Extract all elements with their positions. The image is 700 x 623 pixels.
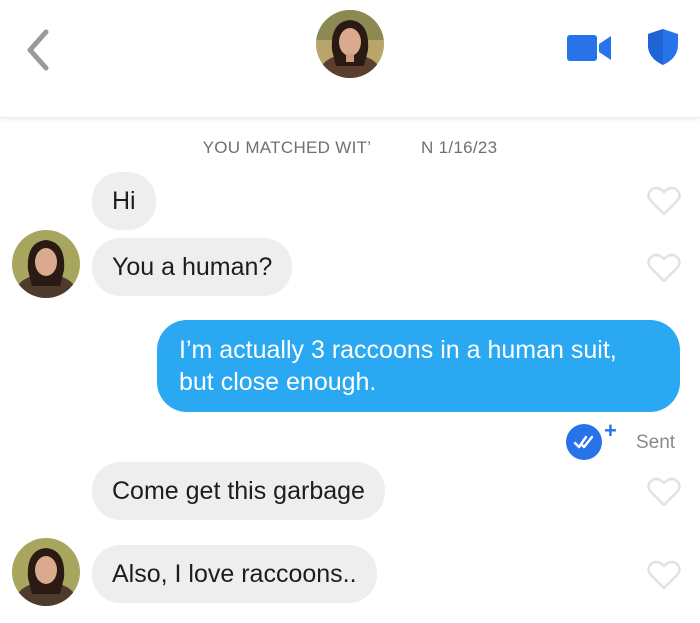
message-text-line: but close enough. [179, 368, 377, 396]
heart-icon [647, 186, 681, 216]
chat-header [0, 0, 700, 118]
profile-photo [12, 230, 80, 298]
received-message-bubble[interactable]: Come get this garbage [92, 462, 385, 520]
message-text-line: I’m actually 3 raccoons in a human suit, [179, 336, 617, 364]
double-check-icon [573, 435, 594, 449]
chat-screen: YOU MATCHED WIT’ N 1/16/23 Hi You a huma… [0, 0, 700, 623]
received-message-bubble[interactable]: You a human? [92, 238, 293, 296]
sent-status-label: Sent [636, 432, 676, 453]
message-text: Also, I love raccoons.. [112, 560, 357, 588]
heart-icon [647, 477, 681, 507]
message-text: Come get this garbage [112, 477, 365, 505]
like-message-button[interactable] [647, 560, 681, 590]
received-message-bubble[interactable]: Hi [92, 172, 156, 230]
safety-button[interactable] [645, 27, 681, 67]
sender-avatar[interactable] [12, 230, 80, 298]
shield-icon [648, 29, 678, 65]
like-message-button[interactable] [647, 253, 681, 283]
message-status: + Sent [560, 418, 690, 464]
match-avatar[interactable] [316, 10, 384, 78]
message-text: You a human? [112, 253, 273, 281]
received-message-bubble[interactable]: Also, I love raccoons.. [92, 545, 377, 603]
sender-avatar[interactable] [12, 538, 80, 606]
like-message-button[interactable] [647, 186, 681, 216]
heart-icon [647, 560, 681, 590]
match-date-banner: YOU MATCHED WIT’ N 1/16/23 [202, 138, 498, 157]
profile-photo [12, 538, 80, 606]
heart-icon [647, 253, 681, 283]
profile-photo [316, 10, 384, 78]
chevron-left-icon [27, 29, 49, 71]
read-receipt-badge[interactable] [566, 424, 602, 460]
like-message-button[interactable] [647, 477, 681, 507]
video-camera-icon [567, 35, 611, 61]
video-call-button[interactable] [565, 32, 613, 64]
back-button[interactable] [18, 26, 58, 74]
message-text: Hi [112, 187, 136, 215]
plus-icon[interactable]: + [604, 418, 617, 444]
sent-message-bubble[interactable]: I’m actually 3 raccoons in a human suit,… [157, 320, 680, 412]
